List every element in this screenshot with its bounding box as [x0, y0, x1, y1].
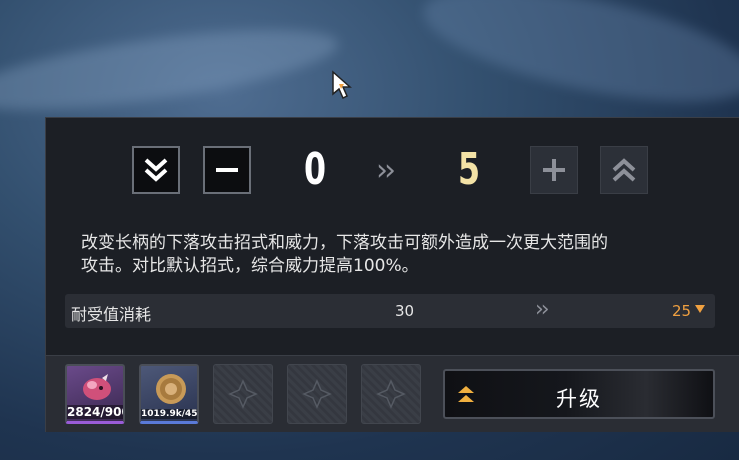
material-count: 2824/900	[67, 405, 125, 419]
double-chevron-right-icon: ››	[376, 153, 396, 188]
stat-old-value: 30	[395, 302, 415, 320]
materials-bar: 2824/900 1019.9k/4500	[46, 355, 739, 432]
coin-icon	[156, 374, 186, 404]
max-level-button[interactable]	[600, 146, 648, 194]
stat-label: 耐受值消耗	[71, 305, 152, 324]
minus-icon	[216, 168, 238, 172]
empty-material-slot	[213, 364, 273, 424]
material-slot[interactable]: 2824/900	[65, 364, 125, 424]
material-count: 1019.9k/4500	[141, 409, 198, 419]
empty-slot-icon	[228, 379, 258, 409]
background-streak	[0, 13, 343, 127]
background-streak	[414, 0, 739, 125]
min-level-button[interactable]	[132, 146, 180, 194]
description-line: 攻击。对比默认招式，综合威力提高100%。	[81, 256, 419, 276]
stat-row: 耐受值消耗 30 ›› 25	[65, 294, 715, 328]
double-chevron-up-icon	[612, 158, 636, 182]
description-line: 改变长柄的下落攻击招式和威力，下落攻击可额外造成一次更大范围的	[81, 233, 608, 253]
double-chevron-down-icon	[144, 158, 168, 182]
target-level: 5	[457, 144, 481, 195]
upgrade-button[interactable]: 升级	[443, 369, 715, 419]
plus-icon	[543, 159, 565, 181]
skill-description: 改变长柄的下落攻击招式和威力，下落攻击可额外造成一次更大范围的 攻击。对比默认招…	[81, 232, 721, 278]
pink-creature-material-icon	[83, 374, 111, 400]
skill-upgrade-panel: 0 ›› 5 改变长柄的下落攻击招式和威力，下落攻击可额外造成一次更大范围的 攻…	[45, 117, 739, 432]
cursor-icon	[332, 70, 352, 100]
empty-material-slot	[361, 364, 421, 424]
empty-material-slot	[287, 364, 347, 424]
double-chevron-right-icon: ››	[535, 297, 550, 322]
empty-slot-icon	[302, 379, 332, 409]
stat-new-value: 25	[672, 302, 692, 320]
current-level: 0	[303, 144, 327, 195]
empty-slot-icon	[376, 379, 406, 409]
down-triangle-icon	[695, 305, 705, 313]
upgrade-label: 升级	[556, 387, 602, 411]
decrease-level-button[interactable]	[203, 146, 251, 194]
material-slot[interactable]: 1019.9k/4500	[139, 364, 199, 424]
increase-level-button[interactable]	[530, 146, 578, 194]
